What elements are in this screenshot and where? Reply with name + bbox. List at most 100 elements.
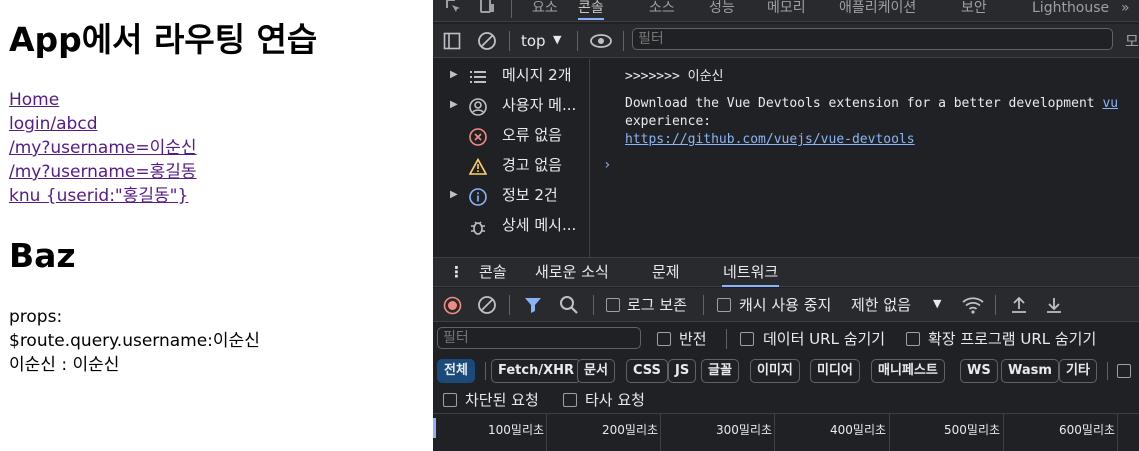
tab-application[interactable]: 애플리케이션 [839, 0, 916, 22]
device-toggle-icon[interactable] [477, 0, 497, 20]
sidebar-item-verbose[interactable]: 상세 메시... [433, 210, 590, 240]
link-my-hong[interactable]: /my?username=홍길동 [9, 160, 197, 184]
chip-all[interactable]: 전체 [437, 359, 475, 383]
preserve-log-checkbox[interactable] [606, 298, 620, 312]
network-conditions-icon[interactable] [962, 295, 984, 319]
link-login[interactable]: login/abcd [9, 112, 197, 136]
console-message: >>>>>>> 이순신 [625, 69, 724, 84]
timeline-tick: 200밀리초 [602, 423, 659, 437]
expand-arrow-icon[interactable]: ▶ [450, 60, 458, 90]
third-party-checkbox[interactable] [563, 393, 577, 407]
throttle-select[interactable]: 제한 없음 [851, 295, 911, 315]
query-line: $route.query.username:이순신 [9, 331, 260, 351]
chip-css[interactable]: CSS [626, 359, 668, 383]
sidebar-item-label: 정보 2건 [502, 186, 558, 204]
more-tabs-icon[interactable]: » [1121, 0, 1130, 22]
link-my-lee[interactable]: /my?username=이순신 [9, 136, 197, 160]
link-knu[interactable]: knu {userid:"홍길동"} [9, 184, 197, 208]
drawer-tab-console[interactable]: 콘솔 [479, 258, 507, 286]
record-icon[interactable] [443, 296, 462, 319]
warning-icon [468, 156, 488, 175]
expand-arrow-icon[interactable]: ▶ [450, 180, 458, 210]
props-block: props: $route.query.username:이순신 이순신 : 이… [9, 305, 260, 377]
sidebar-item-errors[interactable]: 오류 없음 [433, 120, 590, 150]
tab-lighthouse[interactable]: Lighthouse [1032, 0, 1109, 22]
sidebar-item-label: 상세 메시... [502, 216, 577, 234]
chevron-down-icon[interactable]: ▼ [553, 30, 561, 50]
sidebar-item-messages[interactable]: ▶ 메시지 2개 [433, 60, 590, 90]
chevron-down-icon[interactable]: ▼ [933, 294, 941, 314]
console-filter-input[interactable] [632, 28, 1113, 50]
chip-font[interactable]: 글꼴 [701, 359, 739, 383]
timeline-handle[interactable] [433, 418, 436, 438]
network-timeline-overview[interactable]: 100밀리초 200밀리초 300밀리초 400밀리초 500밀리초 600밀리… [433, 414, 1139, 451]
network-filter-row: 반전 데이터 URL 숨기기 확장 프로그램 URL 숨기기 [433, 323, 1139, 355]
context-select[interactable]: top [521, 31, 546, 51]
tab-elements[interactable]: 요소 [532, 0, 558, 22]
network-filter-input[interactable] [437, 327, 641, 349]
source-link[interactable]: vu [1102, 96, 1118, 111]
filter-icon[interactable] [524, 296, 542, 318]
info-icon [469, 186, 487, 206]
sidebar-item-warnings[interactable]: 경고 없음 [433, 150, 590, 180]
chip-manifest[interactable]: 매니페스트 [871, 359, 945, 383]
list-icon [469, 66, 487, 84]
tab-console[interactable]: 콘솔 [578, 0, 604, 20]
clear-console-icon[interactable] [477, 31, 497, 55]
live-expression-eye-icon[interactable] [589, 31, 613, 55]
hide-data-urls-checkbox[interactable] [740, 332, 754, 346]
chip-fetch-xhr[interactable]: Fetch/XHR [491, 359, 582, 383]
drawer-tab-whats-new[interactable]: 새로운 소식 [535, 258, 609, 286]
disable-cache-label: 캐시 사용 중지 [739, 296, 832, 314]
sidebar-item-info[interactable]: ▶ 정보 2건 [433, 180, 590, 210]
more-filter-checkbox[interactable] [1117, 364, 1131, 378]
tab-security[interactable]: 보안 [961, 0, 987, 22]
sidebar-item-user-messages[interactable]: ▶ 사용자 메... [433, 90, 590, 120]
nav-links: Home login/abcd /my?username=이순신 /my?use… [9, 88, 197, 208]
page-title: App에서 라우팅 연습 [9, 20, 318, 59]
search-icon[interactable] [559, 295, 579, 319]
console-message-vue: Download the Vue Devtools extension for … [625, 95, 1139, 149]
upload-icon[interactable] [1010, 295, 1028, 319]
download-icon[interactable] [1045, 295, 1063, 319]
more-options-cut[interactable]: 모 [1125, 31, 1139, 51]
drawer-menu-icon[interactable]: ⋮ [449, 258, 464, 286]
chip-js[interactable]: JS [668, 359, 697, 383]
chip-ws[interactable]: WS [960, 359, 998, 383]
third-party-label: 타사 요청 [585, 391, 645, 409]
tab-performance[interactable]: 성능 [709, 0, 735, 22]
sidebar-item-label: 사용자 메... [502, 96, 577, 114]
tab-memory[interactable]: 메모리 [767, 0, 806, 22]
disable-cache-checkbox[interactable] [717, 298, 731, 312]
chip-other[interactable]: 기타 [1059, 359, 1097, 383]
name-line: 이순신 : 이순신 [9, 355, 120, 375]
sidebar-toggle-icon[interactable] [443, 32, 461, 54]
blocked-requests-label: 차단된 요청 [465, 391, 539, 409]
tab-sources[interactable]: 소스 [649, 0, 675, 22]
blocked-requests-checkbox[interactable] [443, 393, 457, 407]
chip-img[interactable]: 이미지 [750, 359, 800, 383]
drawer-tab-issues[interactable]: 문제 [652, 258, 680, 286]
page-viewport: App에서 라우팅 연습 Home login/abcd /my?usernam… [0, 0, 433, 451]
clear-icon[interactable] [477, 295, 497, 319]
chip-media[interactable]: 미디어 [810, 359, 860, 383]
baz-heading: Baz [9, 236, 76, 275]
network-blocked-row: 차단된 요청 타사 요청 [433, 386, 1139, 414]
hide-extension-urls-checkbox[interactable] [906, 332, 920, 346]
drawer-tabbar: ⋮ 콘솔 새로운 소식 문제 네트워크 [433, 257, 1139, 287]
console-prompt[interactable]: › [603, 157, 611, 173]
user-icon [469, 96, 487, 116]
invert-checkbox[interactable] [657, 332, 671, 346]
link-home[interactable]: Home [9, 88, 197, 112]
vue-devtools-link[interactable]: https://github.com/vuejs/vue-devtools [625, 132, 915, 147]
chip-doc[interactable]: 문서 [577, 359, 615, 383]
hide-extension-urls-label: 확장 프로그램 URL 숨기기 [928, 330, 1097, 348]
timeline-tick: 100밀리초 [488, 423, 545, 437]
drawer-tab-network[interactable]: 네트워크 [722, 258, 780, 287]
timeline-tick: 500밀리초 [944, 423, 1001, 437]
network-toolbar: 로그 보존 캐시 사용 중지 제한 없음 ▼ [433, 288, 1139, 322]
chip-wasm[interactable]: Wasm [1001, 359, 1059, 383]
props-label: props: [9, 307, 63, 327]
expand-arrow-icon[interactable]: ▶ [450, 90, 458, 120]
inspect-icon[interactable] [443, 0, 463, 20]
